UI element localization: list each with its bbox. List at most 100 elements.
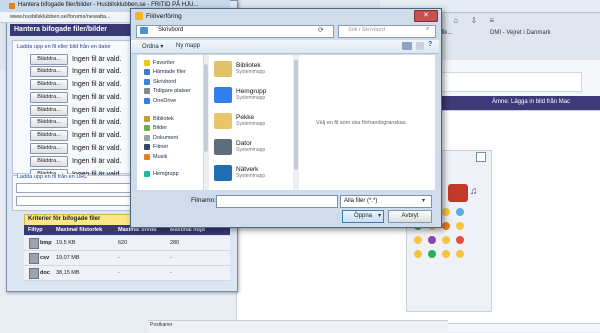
smiley-icon[interactable]	[414, 250, 422, 258]
navigation-list: Favoriter Hämtade filer Skrivbord Tidigare …	[144, 58, 191, 178]
nav-item-bilder[interactable]: Bilder	[144, 124, 191, 133]
nav-item-hemgrupp[interactable]: Hemgrupp	[144, 169, 191, 178]
expand-icon[interactable]	[476, 152, 486, 162]
smiley-icon[interactable]	[442, 222, 450, 230]
file-type: Systemmapp	[236, 173, 266, 179]
star-icon	[144, 59, 150, 66]
no-file-label: Ingen fil är vald.	[72, 68, 122, 76]
help-icon[interactable]: ?	[428, 41, 432, 48]
file-item[interactable]: Bibliotek Systemmapp	[214, 56, 266, 82]
nav-item-filmer[interactable]: Filmer	[144, 143, 191, 152]
emoji-car-icon[interactable]	[448, 184, 468, 202]
upload-rows: Bläddra... Ingen fil är vald. Bläddra... In…	[30, 53, 122, 182]
nav-item-label: Bibliotek	[153, 115, 174, 122]
nav-item-hämtade-filer[interactable]: Hämtade filer	[144, 68, 191, 77]
smiley-icon[interactable]	[456, 222, 464, 230]
file-item[interactable]: Pekke Systemmapp	[214, 108, 266, 134]
smiley-icon[interactable]	[456, 208, 464, 216]
chevron-down-icon[interactable]: ▾	[422, 197, 425, 204]
browse-button[interactable]: Bläddra...	[30, 104, 68, 116]
footer-label: Postkaner	[150, 322, 173, 328]
smiley-icon[interactable]	[428, 250, 436, 258]
filename-input[interactable]	[216, 195, 338, 208]
browse-button[interactable]: Bläddra...	[30, 143, 68, 155]
organize-button[interactable]: Ordna ▾	[142, 43, 163, 50]
topic-title: Ämne: Lägga in bild från Mac	[492, 99, 571, 105]
table-cell: 280	[170, 240, 180, 246]
search-icon[interactable]: ⌕	[426, 26, 429, 33]
recent-places-icon	[144, 88, 150, 94]
browse-button[interactable]: Bläddra...	[30, 79, 68, 91]
smiley-icon[interactable]	[456, 236, 464, 244]
close-button[interactable]: ✕	[414, 10, 438, 22]
nav-item-skrivbord[interactable]: Skrivbord	[144, 77, 191, 86]
download-folder-icon	[144, 69, 150, 75]
pictures-icon	[144, 125, 150, 131]
browse-button[interactable]: Bläddra...	[30, 91, 68, 103]
upload-row: Bläddra... Ingen fil är vald.	[30, 104, 121, 116]
table-cell: doc	[40, 270, 50, 276]
upload-row: Bläddra... Ingen fil är vald.	[30, 66, 122, 78]
network-icon	[214, 165, 232, 181]
footer-bar	[148, 320, 448, 333]
file-type-icon	[29, 238, 39, 249]
table-cell: 19,07 MB	[56, 255, 80, 261]
browse-button[interactable]: Bläddra...	[30, 53, 68, 65]
desktop-icon	[144, 78, 150, 85]
nav-item-label: Tidigare platser	[153, 88, 191, 94]
nav-item-dokument[interactable]: Dokument	[144, 133, 191, 142]
nav-item-label: Favoriter	[153, 59, 175, 66]
file-item[interactable]: Hemgrupp Systemmapp	[214, 82, 266, 108]
desktop-icon	[140, 27, 148, 34]
file-item-text: Pekke Systemmapp	[236, 114, 265, 128]
table-cell: -	[118, 255, 120, 261]
file-type-icon	[29, 253, 39, 264]
nav-item-label: Dokument	[153, 134, 179, 141]
nav-item-onedrive[interactable]: OneDrive	[144, 96, 191, 105]
nav-scrollbar-thumb[interactable]	[204, 64, 208, 152]
view-options-icon[interactable]	[402, 42, 412, 50]
new-folder-button[interactable]: Ny mapp	[176, 43, 200, 49]
cancel-button[interactable]: Avbryt	[388, 210, 432, 223]
filename-label: Filnamn:	[191, 197, 216, 204]
upload-row: Bläddra... Ingen fil är vald.	[30, 91, 122, 103]
nav-item-label: Musik	[153, 153, 168, 160]
upload-row: Bläddra... Ingen fil är vald.	[30, 143, 121, 155]
nav-item-bibliotek[interactable]: Bibliotek	[144, 114, 191, 123]
file-scrollbar-thumb[interactable]	[294, 60, 298, 170]
browse-button[interactable]: Bläddra...	[30, 117, 68, 129]
address-path[interactable]: Skrivbord	[158, 27, 183, 33]
upload-row: Bläddra... Ingen fil är vald.	[30, 79, 121, 91]
refresh-icon[interactable]: ⟳	[318, 26, 324, 34]
file-type-icon	[29, 268, 39, 279]
music-note-icon[interactable]: ♫	[470, 186, 478, 197]
table-cell: 38,15 MB	[56, 270, 80, 276]
nav-item-label: Skrivbord	[153, 78, 177, 85]
file-item[interactable]: Dator Systemmapp	[214, 134, 266, 160]
nav-item-label: Filmer	[153, 144, 169, 150]
browser-toolbar-icons[interactable]: ☆ ⌂ ⇩ ≡	[434, 16, 499, 25]
bookmark-dmi[interactable]: DMI - Vejret i Danmark	[490, 30, 551, 36]
browse-button[interactable]: Bläddra...	[30, 155, 68, 167]
table-cell: -	[170, 270, 172, 276]
smiley-icon[interactable]	[442, 236, 450, 244]
nav-item-musik[interactable]: Musik	[144, 152, 191, 161]
upload-legend: Ladda upp en fil eller bild från en dato…	[17, 44, 111, 50]
nav-item-favoriter[interactable]: Favoriter	[144, 58, 191, 67]
smiley-icon[interactable]	[414, 236, 422, 244]
preview-pane-icon[interactable]	[416, 42, 424, 50]
browse-button[interactable]: Bläddra...	[30, 130, 68, 142]
upload-row: Bläddra... Ingen fil är vald.	[30, 53, 121, 65]
open-dropdown-icon[interactable]: ▾	[378, 212, 381, 219]
file-item[interactable]: Nätverk Systemmapp	[214, 160, 266, 186]
nav-item-tidigare-platser[interactable]: Tidigare platser	[144, 87, 191, 96]
smiley-icon[interactable]	[456, 250, 464, 258]
smiley-icon[interactable]	[442, 208, 450, 216]
cloud-icon	[144, 97, 150, 104]
smiley-icon[interactable]	[428, 236, 436, 244]
search-placeholder: Sök i Skrivbord	[348, 27, 385, 33]
file-dialog-title: Filöverföring	[146, 13, 182, 20]
no-file-label: Ingen fil är vald.	[72, 93, 122, 101]
smiley-icon[interactable]	[442, 250, 450, 258]
browse-button[interactable]: Bläddra...	[30, 66, 68, 78]
